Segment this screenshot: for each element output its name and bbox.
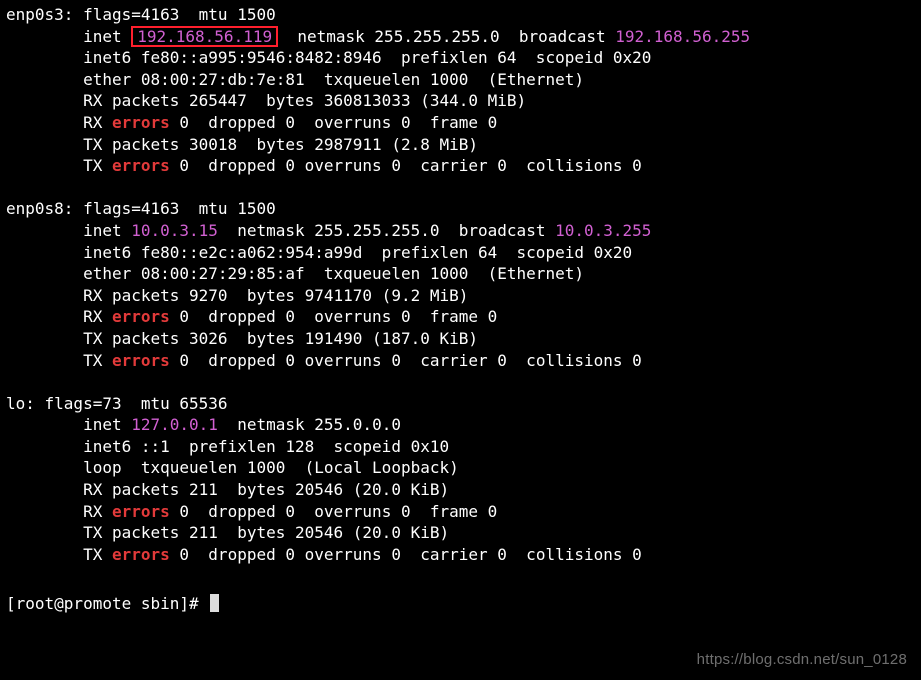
inet6-line: inet6 fe80::e2c:a062:954:a99d prefixlen … bbox=[6, 242, 915, 264]
rx-errors-line: RX errors 0 dropped 0 overruns 0 frame 0 bbox=[6, 501, 915, 523]
errors-word: errors bbox=[112, 113, 170, 132]
rx-packets-line: RX packets 9270 bytes 9741170 (9.2 MiB) bbox=[6, 285, 915, 307]
terminal-output[interactable]: enp0s3: flags=4163 mtu 1500 inet 192.168… bbox=[0, 0, 921, 619]
tx-packets-line: TX packets 30018 bytes 2987911 (2.8 MiB) bbox=[6, 134, 915, 156]
tx-errors-line: TX errors 0 dropped 0 overruns 0 carrier… bbox=[6, 350, 915, 372]
watermark-text: https://blog.csdn.net/sun_0128 bbox=[697, 650, 907, 670]
inet-line: inet 127.0.0.1 netmask 255.0.0.0 bbox=[6, 414, 915, 436]
inet-line: inet 10.0.3.15 netmask 255.255.255.0 bro… bbox=[6, 220, 915, 242]
blank-line bbox=[6, 565, 915, 587]
errors-word: errors bbox=[112, 156, 170, 175]
link-line: loop txqueuelen 1000 (Local Loopback) bbox=[6, 457, 915, 479]
tx-packets-line: TX packets 211 bytes 20546 (20.0 KiB) bbox=[6, 522, 915, 544]
tx-errors-line: TX errors 0 dropped 0 overruns 0 carrier… bbox=[6, 544, 915, 566]
errors-word: errors bbox=[112, 307, 170, 326]
blank-line bbox=[6, 371, 915, 393]
inet-ip: 10.0.3.15 bbox=[131, 221, 218, 240]
iface-header: enp0s8: flags=4163 mtu 1500 bbox=[6, 198, 915, 220]
inet-line: inet 192.168.56.119 netmask 255.255.255.… bbox=[6, 26, 915, 48]
rx-errors-line: RX errors 0 dropped 0 overruns 0 frame 0 bbox=[6, 306, 915, 328]
link-line: ether 08:00:27:db:7e:81 txqueuelen 1000 … bbox=[6, 69, 915, 91]
errors-word: errors bbox=[112, 502, 170, 521]
inet-ip: 127.0.0.1 bbox=[131, 415, 218, 434]
cursor-block bbox=[210, 594, 219, 612]
tx-packets-line: TX packets 3026 bytes 191490 (187.0 KiB) bbox=[6, 328, 915, 350]
rx-errors-line: RX errors 0 dropped 0 overruns 0 frame 0 bbox=[6, 112, 915, 134]
inet6-line: inet6 ::1 prefixlen 128 scopeid 0x10 bbox=[6, 436, 915, 458]
inet-ip-highlight: 192.168.56.119 bbox=[131, 26, 278, 48]
errors-word: errors bbox=[112, 351, 170, 370]
iface-header: lo: flags=73 mtu 65536 bbox=[6, 393, 915, 415]
broadcast-ip: 10.0.3.255 bbox=[555, 221, 651, 240]
link-line: ether 08:00:27:29:85:af txqueuelen 1000 … bbox=[6, 263, 915, 285]
iface-header: enp0s3: flags=4163 mtu 1500 bbox=[6, 4, 915, 26]
tx-errors-line: TX errors 0 dropped 0 overruns 0 carrier… bbox=[6, 155, 915, 177]
broadcast-ip: 192.168.56.255 bbox=[615, 27, 750, 46]
shell-prompt[interactable]: [root@promote sbin]# bbox=[6, 593, 915, 615]
inet6-line: inet6 fe80::a995:9546:8482:8946 prefixle… bbox=[6, 47, 915, 69]
rx-packets-line: RX packets 211 bytes 20546 (20.0 KiB) bbox=[6, 479, 915, 501]
blank-line bbox=[6, 177, 915, 199]
errors-word: errors bbox=[112, 545, 170, 564]
rx-packets-line: RX packets 265447 bytes 360813033 (344.0… bbox=[6, 90, 915, 112]
